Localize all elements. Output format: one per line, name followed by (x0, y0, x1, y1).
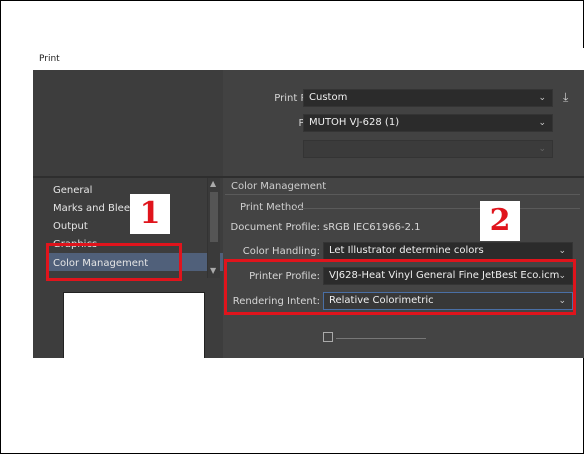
annotation-box-2 (224, 259, 576, 315)
document-profile-label: Document Profile: (230, 222, 320, 233)
nav-item-general[interactable]: General (53, 185, 92, 196)
scroll-down-icon[interactable]: ▼ (210, 266, 216, 275)
cut-off-option (336, 338, 426, 339)
group-divider (295, 208, 580, 209)
nav-item-marks-and-bleed[interactable]: Marks and Bleed (53, 203, 136, 214)
checkbox[interactable] (323, 332, 333, 342)
dialog-title: Print (39, 54, 60, 64)
chevron-down-icon: ⌄ (558, 246, 566, 256)
print-preset-value: Custom (309, 92, 348, 103)
nav-item-output[interactable]: Output (53, 221, 88, 232)
color-handling-select[interactable]: Let Illustrator determine colors ⌄ (323, 242, 573, 260)
chevron-down-icon: ⌄ (538, 118, 546, 128)
annotation-number-1: 1 (130, 194, 170, 234)
annotation-number-2: 2 (480, 201, 520, 241)
section-title: Color Management (231, 181, 327, 192)
printer-select[interactable]: MUTOH VJ-628 (1) ⌄ (303, 114, 553, 132)
save-preset-icon[interactable]: ⤓ (563, 90, 568, 105)
annotation-box-1 (46, 243, 182, 281)
chevron-down-icon: ⌄ (538, 144, 546, 154)
print-preview-thumbnail (63, 292, 205, 358)
scroll-up-icon[interactable]: ▲ (210, 179, 216, 188)
scrollbar-thumb[interactable] (210, 192, 218, 242)
printer-value: MUTOH VJ-628 (1) (309, 117, 400, 128)
ppd-select: ⌄ (303, 140, 553, 158)
print-preset-select[interactable]: Custom ⌄ (303, 89, 553, 107)
document-profile-value: sRGB IEC61966-2.1 (323, 222, 421, 233)
section-divider (225, 194, 580, 195)
color-handling-label: Color Handling: (242, 246, 320, 257)
dialog-title-bar: Print (33, 48, 584, 70)
color-handling-value: Let Illustrator determine colors (329, 245, 484, 256)
nav-scrollbar[interactable]: ▲ ▼ (207, 178, 220, 278)
chevron-down-icon: ⌄ (538, 93, 546, 103)
